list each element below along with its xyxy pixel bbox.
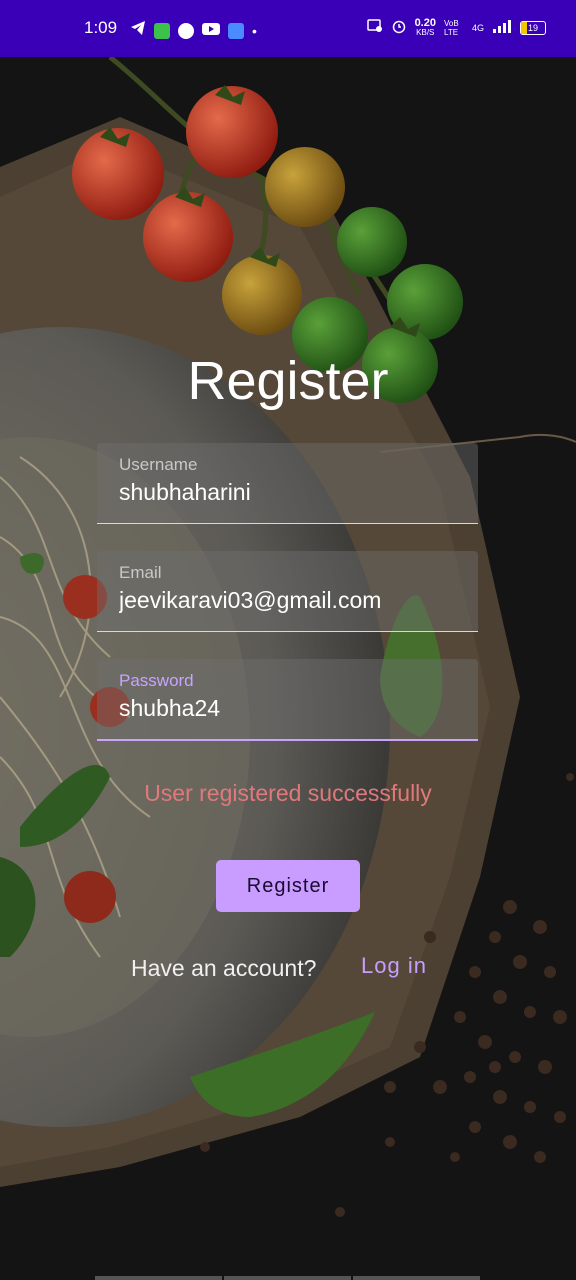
status-time: 1:09 [84, 18, 118, 37]
username-label: Username [119, 455, 198, 474]
password-field[interactable]: Password [97, 659, 478, 741]
password-label: Password [119, 671, 194, 690]
status-message: User registered successfully [144, 780, 432, 806]
navigation-gesture-bar [95, 1276, 480, 1280]
register-button[interactable]: Register [216, 860, 360, 912]
signal-icon [492, 19, 512, 36]
screen-record-icon [366, 19, 383, 36]
volte-indicator: VoB LTE [443, 18, 459, 37]
youtube-icon [202, 21, 220, 41]
status-bar: 1:09 • 0.20 KB/S VoB LTE 4G 19 [0, 0, 576, 57]
username-input[interactable] [119, 479, 459, 506]
have-account-text: Have an account? [131, 955, 317, 981]
app-notification-icon [154, 22, 170, 39]
battery-icon: 19 [520, 20, 546, 35]
email-input[interactable] [119, 587, 459, 614]
data-unit: KB/S [416, 27, 435, 37]
data-speed: 0.20 [414, 16, 436, 29]
email-field[interactable]: Email [97, 551, 478, 632]
network-type: 4G [471, 22, 484, 33]
alarm-icon [391, 18, 407, 37]
system-icons: 0.20 KB/S VoB LTE 4G 19 [366, 16, 546, 37]
login-link[interactable]: Log in [361, 953, 427, 979]
dot-icon: • [252, 22, 257, 39]
battery-level: 19 [527, 22, 538, 33]
g-app-icon [178, 22, 194, 39]
page-title: Register [187, 351, 389, 411]
telegram-icon [130, 20, 146, 41]
android-icon [228, 22, 244, 39]
username-field[interactable]: Username [97, 443, 478, 524]
password-input[interactable] [119, 695, 459, 722]
email-label: Email [119, 563, 162, 582]
notification-icons: • [130, 20, 257, 41]
